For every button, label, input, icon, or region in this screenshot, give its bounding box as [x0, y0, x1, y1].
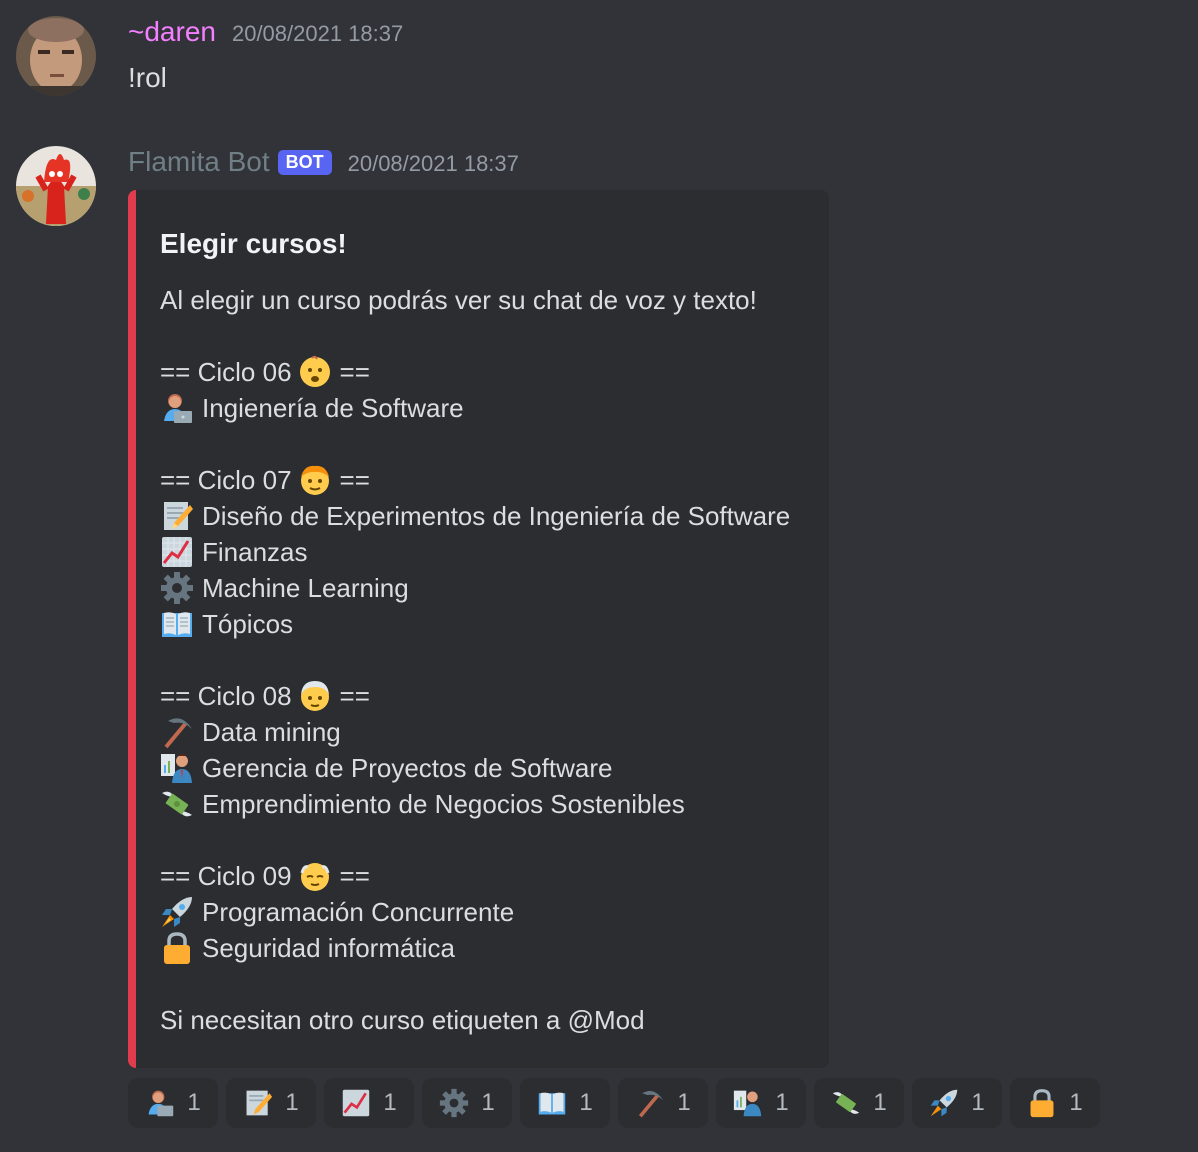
course-item: Programación Concurrente [160, 894, 820, 930]
open-book-icon [537, 1088, 567, 1118]
lock-icon [1027, 1088, 1057, 1118]
embed-footer-label: Si necesitan otro curso etiqueten a @Mod [160, 1005, 645, 1035]
course-label: Seguridad informática [202, 933, 455, 963]
chart-increasing-icon [160, 535, 194, 569]
embed-intro-text: Al elegir un curso podrás ver su chat de… [160, 285, 757, 315]
bot-tag: BOT [277, 150, 332, 175]
timestamp: 20/08/2021 18:37 [347, 151, 519, 176]
memo-icon [160, 499, 194, 533]
cycle-heading-text: == Ciclo 09 [160, 861, 292, 891]
cycle-heading-text: == Ciclo 08 [160, 681, 292, 711]
cycle-heading: == Ciclo 06 == [160, 354, 820, 390]
lock-icon [160, 931, 194, 965]
technologist-icon [160, 391, 194, 425]
course-label: Gerencia de Proyectos de Software [202, 753, 613, 783]
reaction-count: 1 [481, 1089, 495, 1116]
rocket-icon [929, 1088, 959, 1118]
course-item: Diseño de Experimentos de Ingeniería de … [160, 498, 820, 534]
pick-icon [635, 1088, 665, 1118]
reaction-rocket[interactable]: 1 [912, 1078, 1002, 1128]
cycle-heading: == Ciclo 09 == [160, 858, 820, 894]
reaction-count: 1 [677, 1089, 691, 1116]
reaction-presenter[interactable]: 1 [716, 1078, 806, 1128]
presenter-icon [733, 1088, 763, 1118]
reaction-count: 1 [579, 1089, 593, 1116]
gear-icon [439, 1088, 469, 1118]
course-item: Emprendimiento de Negocios Sostenibles [160, 786, 820, 822]
reaction-count: 1 [1069, 1089, 1083, 1116]
embed-title: Elegir cursos! [160, 228, 347, 259]
embed: Elegir cursos! Al elegir un curso podrás… [128, 190, 829, 1068]
cycle-heading: == Ciclo 07 == [160, 462, 820, 498]
baby-face-icon [298, 355, 332, 389]
reaction-memo[interactable]: 1 [226, 1078, 316, 1128]
message-flamita-bot: Flamita Bot BOT 20/08/2021 18:37 Elegir … [0, 0, 1198, 1152]
money-wings-icon [160, 787, 194, 821]
reaction-count: 1 [775, 1089, 789, 1116]
avatar-flamita-bot[interactable] [16, 146, 96, 226]
reaction-count: 1 [285, 1089, 299, 1116]
reaction-count: 1 [383, 1089, 397, 1116]
old-man-face-icon [298, 859, 332, 893]
username-flamita-bot[interactable]: Flamita Bot [128, 146, 270, 178]
technologist-icon [145, 1088, 175, 1118]
money-wings-icon [831, 1088, 861, 1118]
course-label: Diseño de Experimentos de Ingeniería de … [202, 501, 791, 531]
course-label: Ingienería de Software [202, 393, 464, 423]
reactions-bar: 1 1 1 1 1 1 1 1 1 1 [128, 1078, 1108, 1128]
embed-footer-text: Si necesitan otro curso etiqueten a @Mod [160, 1002, 820, 1038]
course-item: Machine Learning [160, 570, 820, 606]
reaction-open-book[interactable]: 1 [520, 1078, 610, 1128]
gear-icon [160, 571, 194, 605]
course-item: Gerencia de Proyectos de Software [160, 750, 820, 786]
embed-accent-bar [128, 190, 136, 1068]
course-label: Programación Concurrente [202, 897, 515, 927]
chart-increasing-icon [341, 1088, 371, 1118]
cycle-heading-text: == Ciclo 06 [160, 357, 292, 387]
course-label: Emprendimiento de Negocios Sostenibles [202, 789, 685, 819]
course-label: Tópicos [202, 609, 294, 639]
memo-icon [243, 1088, 273, 1118]
reaction-technologist[interactable]: 1 [128, 1078, 218, 1128]
reaction-money-wings[interactable]: 1 [814, 1078, 904, 1128]
cycle-heading-text: == Ciclo 07 [160, 465, 292, 495]
course-label: Data mining [202, 717, 341, 747]
reaction-pick[interactable]: 1 [618, 1078, 708, 1128]
embed-description: Al elegir un curso podrás ver su chat de… [160, 282, 820, 1038]
cycle-heading-suffix: == [339, 357, 370, 387]
pick-icon [160, 715, 194, 749]
cycle-heading-suffix: == [339, 465, 370, 495]
child-face-icon [298, 463, 332, 497]
course-item: Data mining [160, 714, 820, 750]
embed-intro: Al elegir un curso podrás ver su chat de… [160, 282, 820, 318]
course-item: Seguridad informática [160, 930, 820, 966]
course-label: Machine Learning [202, 573, 409, 603]
older-adult-face-icon [298, 679, 332, 713]
course-item: Tópicos [160, 606, 820, 642]
course-item: Finanzas [160, 534, 820, 570]
reaction-chart-increasing[interactable]: 1 [324, 1078, 414, 1128]
cycle-heading: == Ciclo 08 == [160, 678, 820, 714]
cycle-heading-suffix: == [339, 861, 370, 891]
reaction-gear[interactable]: 1 [422, 1078, 512, 1128]
open-book-icon [160, 607, 194, 641]
reaction-count: 1 [971, 1089, 985, 1116]
course-item: Ingienería de Software [160, 390, 820, 426]
reaction-count: 1 [873, 1089, 887, 1116]
reaction-lock[interactable]: 1 [1010, 1078, 1100, 1128]
reaction-count: 1 [187, 1089, 201, 1116]
course-label: Finanzas [202, 537, 308, 567]
cycle-heading-suffix: == [339, 681, 370, 711]
presenter-icon [160, 751, 194, 785]
rocket-icon [160, 895, 194, 929]
